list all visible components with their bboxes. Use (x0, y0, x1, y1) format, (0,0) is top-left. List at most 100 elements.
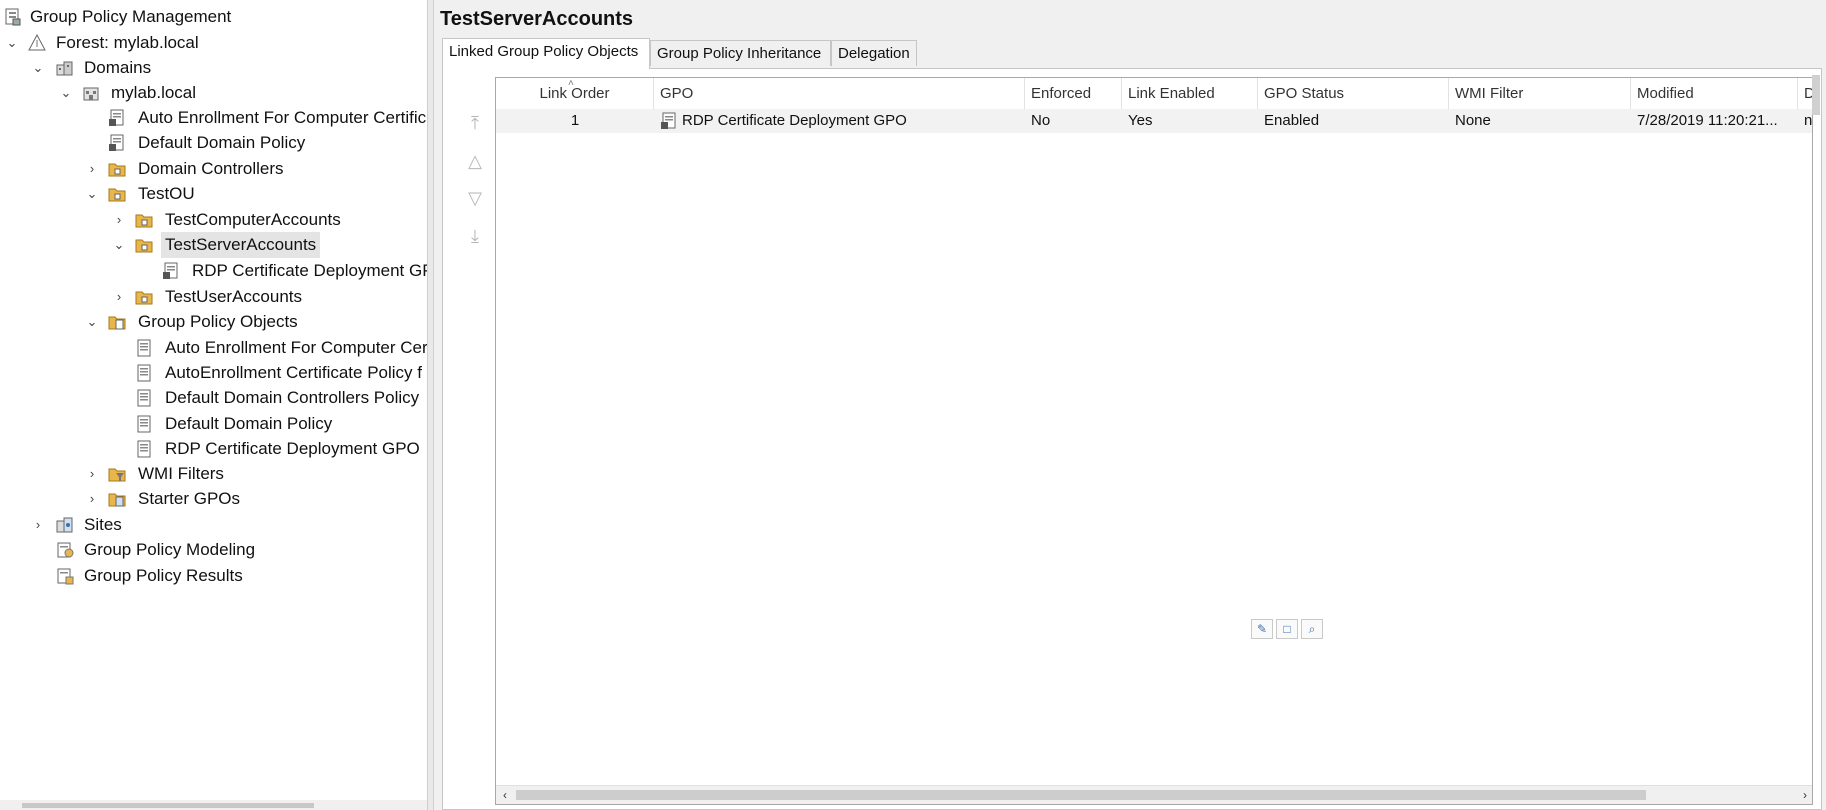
chevron-down-icon[interactable]: ⌄ (84, 309, 100, 335)
tree-label: Group Policy Modeling (84, 540, 256, 559)
cell-domain: n (1804, 112, 1813, 129)
scrollbar-thumb[interactable] (22, 803, 314, 808)
tree-label: Group Policy Management (30, 7, 232, 26)
cell-enforced: No (1031, 112, 1051, 129)
chevron-right-icon[interactable]: › (84, 486, 100, 512)
cell-modified: 7/28/2019 11:20:21... (1637, 112, 1778, 129)
gpo-document-icon (137, 339, 151, 357)
chevron-down-icon[interactable]: ⌄ (111, 232, 127, 258)
chevron-right-icon[interactable]: › (84, 156, 100, 182)
tree-label: Default Domain Policy (138, 133, 306, 152)
tree-label: WMI Filters (138, 464, 224, 483)
ou-folder-icon (108, 188, 126, 202)
tab-inheritance[interactable]: Group Policy Inheritance (650, 40, 831, 66)
tree-label: Auto Enrollment For Computer Cer (165, 338, 428, 357)
gpo-link-icon (109, 109, 124, 126)
gpo-document-icon (137, 440, 151, 458)
ou-folder-icon (135, 291, 153, 305)
modeling-icon (57, 542, 74, 558)
results-icon (57, 568, 74, 585)
ou-folder-icon (135, 239, 153, 253)
gpo-link-icon (163, 262, 178, 279)
tree-label: TestOU (138, 184, 195, 203)
tree-label: RDP Certificate Deployment GP (192, 261, 428, 280)
chevron-right-icon[interactable]: › (111, 207, 127, 233)
details-pane: TestServerAccounts Linked Group Policy O… (434, 0, 1826, 810)
tree-label: mylab.local (111, 83, 197, 102)
wmi-filters-icon (108, 468, 126, 482)
starter-gpos-icon (108, 493, 126, 507)
vertical-scrollbar-thumb[interactable] (1812, 75, 1820, 115)
column-header-gpo-status[interactable]: GPO Status (1258, 78, 1449, 109)
column-header-gpo[interactable]: GPO (654, 78, 1025, 109)
grid-header: ˄ Link Order GPO Enforced Link Enabled G… (496, 78, 1812, 110)
tree-label: Forest: mylab.local (56, 33, 199, 52)
cell-link-order: 1 (570, 112, 580, 129)
chevron-down-icon[interactable]: ⌄ (4, 30, 20, 56)
column-header-modified[interactable]: Modified (1631, 78, 1798, 109)
column-header-wmi-filter[interactable]: WMI Filter (1449, 78, 1631, 109)
tree-label: Group Policy Results (84, 566, 243, 585)
tab-delegation[interactable]: Delegation (831, 40, 917, 66)
grid-horizontal-scrollbar[interactable]: ‹ › (496, 785, 1812, 804)
scroll-left-icon[interactable]: ‹ (496, 786, 514, 804)
cell-link-enabled: Yes (1128, 112, 1153, 129)
chevron-right-icon[interactable]: › (30, 512, 46, 538)
tree-label: RDP Certificate Deployment GPO (165, 439, 420, 458)
domain-icon (83, 87, 99, 101)
gpo-document-icon (137, 415, 151, 433)
gpo-document-icon (137, 389, 151, 407)
cell-gpo-status: Enabled (1264, 112, 1320, 129)
ou-folder-icon (135, 214, 153, 228)
move-up-icon[interactable]: △ (463, 149, 487, 173)
chevron-right-icon[interactable]: › (111, 284, 127, 310)
chevron-right-icon[interactable]: › (84, 461, 100, 487)
gpm-console-icon (5, 8, 21, 26)
gpo-container-icon (108, 316, 126, 330)
scrollbar-thumb[interactable] (516, 790, 1646, 800)
tree-horizontal-scrollbar[interactable] (0, 800, 427, 810)
gpo-document-icon (137, 364, 151, 382)
column-header-link-order[interactable]: ˄ Link Order (496, 78, 654, 109)
tree-label: TestComputerAccounts (165, 210, 341, 229)
column-header-label: Link Order (539, 85, 610, 102)
tree-label: Default Domain Controllers Policy (165, 388, 420, 407)
search-icon[interactable]: ⌕ (1301, 619, 1323, 639)
column-header-link-enabled[interactable]: Link Enabled (1122, 78, 1258, 109)
sort-ascending-icon: ˄ (568, 78, 574, 89)
tree-label: TestServerAccounts (161, 232, 321, 258)
scroll-right-icon[interactable]: › (1796, 786, 1812, 804)
chevron-down-icon[interactable]: ⌄ (30, 55, 46, 81)
move-down-icon[interactable]: ▽ (463, 186, 487, 210)
tree-label: TestUserAccounts (165, 287, 302, 306)
linked-gpo-grid: ˄ Link Order GPO Enforced Link Enabled G… (495, 77, 1813, 805)
cell-gpo: RDP Certificate Deployment GPO (654, 109, 1025, 133)
table-row[interactable]: 1 RDP Certificate Deployment GPO No Yes … (496, 109, 1813, 133)
tree-label: Domains (84, 58, 152, 77)
tree-label: Default Domain Policy (165, 414, 333, 433)
console-tree: Group Policy Management ⌄ Forest: mylab.… (0, 0, 428, 810)
chevron-down-icon[interactable]: ⌄ (58, 80, 74, 106)
column-header-enforced[interactable]: Enforced (1025, 78, 1122, 109)
tree-label: Sites (84, 515, 122, 534)
gpo-link-icon (109, 134, 124, 151)
cell-gpo-name: RDP Certificate Deployment GPO (682, 112, 907, 129)
comment-icon[interactable]: □ (1276, 619, 1298, 639)
tree-label: Group Policy Objects (138, 312, 298, 331)
pen-icon[interactable]: ✎ (1251, 619, 1273, 639)
pane-splitter[interactable] (427, 0, 434, 810)
forest-icon (28, 34, 46, 51)
move-to-bottom-icon[interactable]: ⤓ (463, 224, 487, 248)
chevron-down-icon[interactable]: ⌄ (84, 181, 100, 207)
tab-content: ⤒ △ ▽ ⤓ ˄ Link Order GPO Enforced Link E… (442, 68, 1822, 810)
gpo-link-icon (661, 112, 676, 129)
tree-label: Starter GPOs (138, 489, 241, 508)
page-title: TestServerAccounts (440, 8, 634, 30)
domains-icon (56, 61, 73, 76)
move-to-top-icon[interactable]: ⤒ (463, 111, 487, 135)
column-header-domain[interactable]: D (1798, 78, 1812, 109)
sites-icon (56, 517, 73, 533)
tab-linked-gpos[interactable]: Linked Group Policy Objects (442, 38, 650, 69)
ou-folder-icon (108, 163, 126, 177)
tree-label: Domain Controllers (138, 159, 284, 178)
